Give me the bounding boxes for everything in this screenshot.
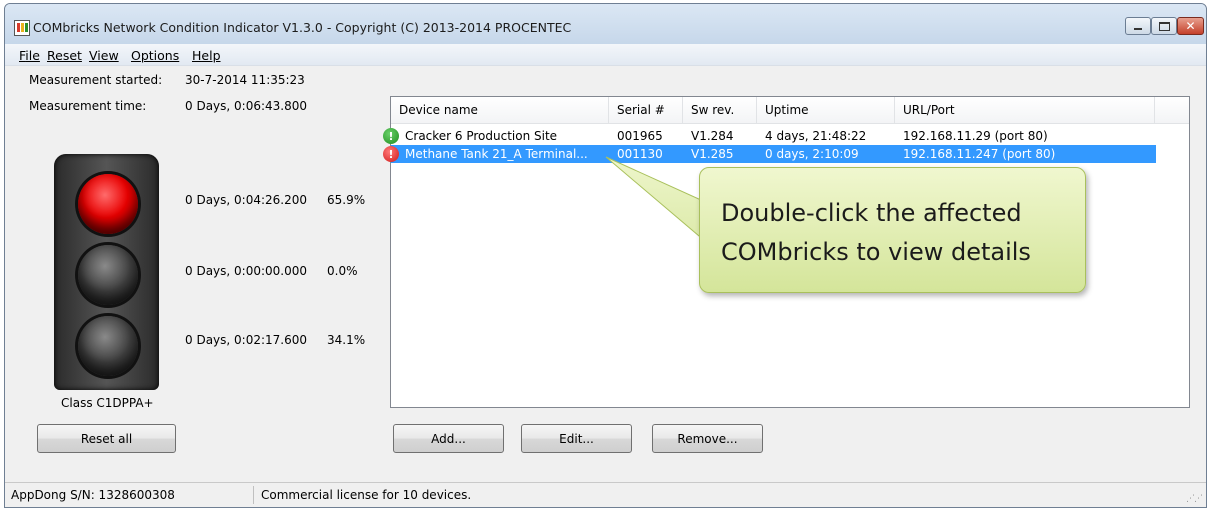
remove-button[interactable]: Remove...: [652, 424, 763, 453]
device-uptime: 0 days, 2:10:09: [765, 147, 859, 161]
serial-number-status: AppDong S/N: 1328600308: [11, 488, 175, 502]
yellow-duration: 0 Days, 0:00:00.000: [185, 264, 308, 278]
close-icon: ✕: [1185, 19, 1196, 33]
column-sw-rev[interactable]: Sw rev.: [683, 97, 757, 123]
resize-grip-icon[interactable]: ⋰⋰: [1186, 494, 1203, 504]
traffic-light: [54, 154, 159, 390]
yellow-percent: 0.0%: [327, 264, 358, 278]
callout-line-2: COMbricks to view details: [721, 238, 1031, 266]
green-percent: 34.1%: [327, 333, 366, 347]
minimize-icon: [1134, 28, 1142, 30]
menu-file[interactable]: File: [19, 48, 40, 63]
menu-help[interactable]: Help: [192, 48, 221, 63]
minimize-button[interactable]: [1125, 17, 1151, 35]
window-title: COMbricks Network Condition Indicator V1…: [33, 20, 572, 35]
close-button[interactable]: ✕: [1177, 17, 1204, 35]
title-bar[interactable]: COMbricks Network Condition Indicator V1…: [5, 4, 1206, 44]
column-device-name[interactable]: Device name: [391, 97, 609, 123]
column-uptime[interactable]: Uptime: [757, 97, 895, 123]
measurement-time-value: 0 Days, 0:06:43.800: [185, 99, 308, 113]
status-bar: AppDong S/N: 1328600308 Commercial licen…: [5, 482, 1206, 507]
red-duration: 0 Days, 0:04:26.200: [185, 193, 308, 207]
menu-bar: File Reset View Options Help: [5, 44, 1206, 66]
device-sw-rev: V1.285: [691, 147, 734, 161]
device-list-header: Device name Serial # Sw rev. Uptime URL/…: [391, 97, 1189, 124]
license-status: Commercial license for 10 devices.: [261, 488, 472, 502]
red-percent: 65.9%: [327, 193, 366, 207]
add-button[interactable]: Add...: [393, 424, 504, 453]
menu-view[interactable]: View: [89, 48, 119, 63]
device-name: Cracker 6 Production Site: [405, 129, 558, 143]
device-url: 192.168.11.247 (port 80): [903, 147, 1056, 161]
maximize-button[interactable]: [1151, 17, 1177, 35]
menu-reset[interactable]: Reset: [47, 48, 82, 63]
measurement-started-value: 30-7-2014 11:35:23: [185, 73, 305, 87]
callout-line-1: Double-click the affected: [721, 199, 1022, 227]
traffic-light-app-icon[interactable]: [14, 20, 30, 36]
column-url-port[interactable]: URL/Port: [895, 97, 1155, 123]
yellow-lamp-icon: [78, 245, 138, 305]
device-row-selected[interactable]: ! Methane Tank 21_A Terminal... 001130 V…: [383, 145, 1156, 163]
edit-button[interactable]: Edit...: [521, 424, 632, 453]
device-uptime: 4 days, 21:48:22: [765, 129, 867, 143]
device-sw-rev: V1.284: [691, 129, 734, 143]
green-lamp-icon: [78, 316, 138, 376]
red-lamp-icon: [78, 174, 138, 234]
status-separator: [253, 486, 254, 504]
measurement-started-label: Measurement started:: [29, 73, 163, 87]
green-duration: 0 Days, 0:02:17.600: [185, 333, 308, 347]
maximize-icon: [1158, 21, 1170, 31]
device-name: Methane Tank 21_A Terminal...: [405, 147, 588, 161]
status-error-icon: !: [383, 146, 399, 162]
device-serial: 001965: [617, 129, 663, 143]
class-label: Class C1DPPA+: [61, 396, 154, 410]
reset-all-button[interactable]: Reset all: [37, 424, 176, 453]
device-url: 192.168.11.29 (port 80): [903, 129, 1048, 143]
column-serial[interactable]: Serial #: [609, 97, 683, 123]
status-ok-icon: !: [383, 128, 399, 144]
menu-options[interactable]: Options: [131, 48, 179, 63]
measurement-time-label: Measurement time:: [29, 99, 147, 113]
device-row[interactable]: ! Cracker 6 Production Site 001965 V1.28…: [383, 127, 1156, 145]
device-serial: 001130: [617, 147, 663, 161]
help-callout: Double-click the affected COMbricks to v…: [699, 167, 1086, 293]
